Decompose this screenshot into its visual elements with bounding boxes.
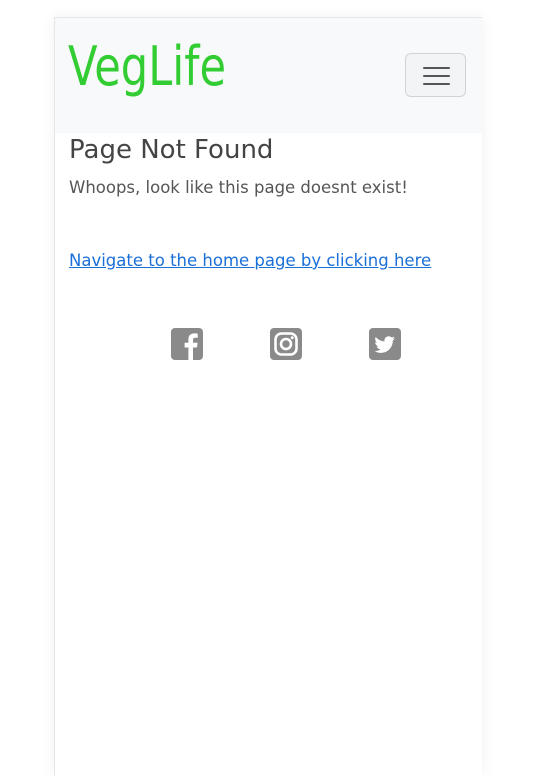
- home-link[interactable]: Navigate to the home page by clicking he…: [69, 251, 431, 270]
- twitter-icon[interactable]: [369, 328, 401, 360]
- navbar: VegLife: [55, 18, 482, 133]
- instagram-icon[interactable]: [270, 328, 302, 360]
- facebook-icon[interactable]: [171, 328, 203, 360]
- page-title: Page Not Found: [69, 135, 274, 165]
- page-container: VegLife Page Not Found Whoops, look like…: [54, 17, 482, 776]
- navbar-toggler-button[interactable]: [405, 53, 466, 97]
- hamburger-menu-icon: [423, 66, 450, 85]
- brand-logo[interactable]: VegLife: [68, 40, 226, 94]
- social-links: [55, 328, 482, 362]
- page-subtitle: Whoops, look like this page doesnt exist…: [69, 178, 408, 197]
